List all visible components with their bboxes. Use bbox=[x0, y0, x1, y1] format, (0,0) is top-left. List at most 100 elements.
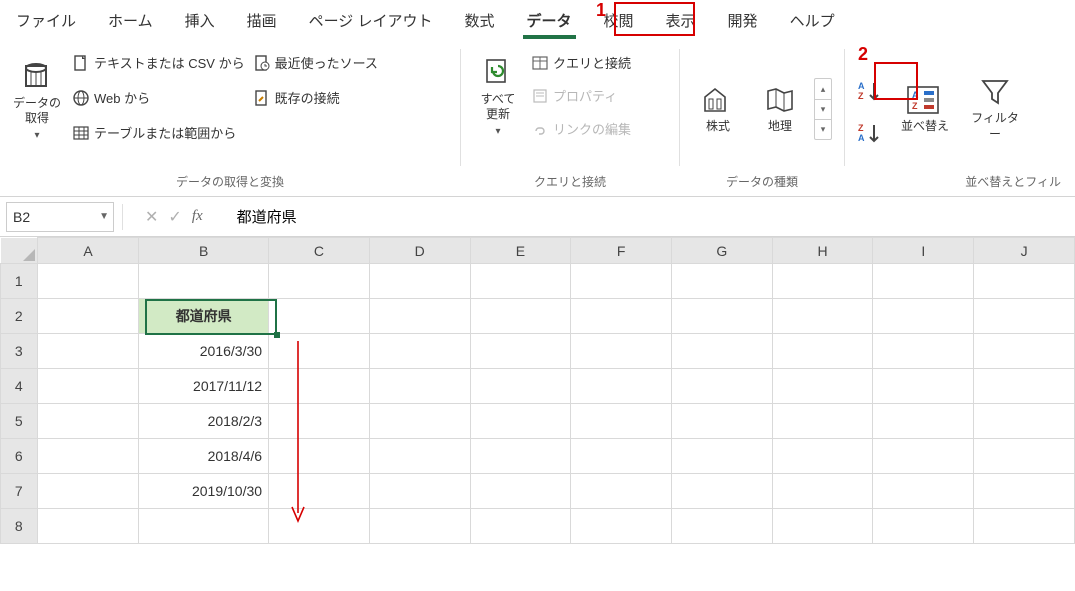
formula-input[interactable] bbox=[223, 208, 1069, 225]
cell-H8[interactable] bbox=[772, 509, 873, 544]
cell-C6[interactable] bbox=[269, 439, 370, 474]
cell-G4[interactable] bbox=[672, 369, 773, 404]
cell-E8[interactable] bbox=[470, 509, 571, 544]
col-header-I[interactable]: I bbox=[873, 238, 974, 264]
cell-D4[interactable] bbox=[369, 369, 470, 404]
row-header-5[interactable]: 5 bbox=[1, 404, 38, 439]
cell-C5[interactable] bbox=[269, 404, 370, 439]
col-header-A[interactable]: A bbox=[37, 238, 139, 264]
cell-A6[interactable] bbox=[37, 439, 139, 474]
col-header-B[interactable]: B bbox=[139, 238, 269, 264]
cell-F4[interactable] bbox=[571, 369, 672, 404]
menu-insert[interactable]: 挿入 bbox=[183, 6, 217, 35]
gallery-more-button[interactable]: ▾ bbox=[815, 119, 831, 139]
cell-D1[interactable] bbox=[369, 264, 470, 299]
geography-button[interactable]: 地理 bbox=[752, 81, 808, 137]
cell-J5[interactable] bbox=[974, 404, 1075, 439]
cell-I6[interactable] bbox=[873, 439, 974, 474]
col-header-J[interactable]: J bbox=[974, 238, 1075, 264]
col-header-G[interactable]: G bbox=[672, 238, 773, 264]
menu-data[interactable]: データ bbox=[525, 6, 574, 35]
sort-button[interactable]: AZ 並べ替え bbox=[895, 81, 955, 137]
cell-C1[interactable] bbox=[269, 264, 370, 299]
cell-J4[interactable] bbox=[974, 369, 1075, 404]
menu-developer[interactable]: 開発 bbox=[726, 6, 760, 35]
menu-home[interactable]: ホーム bbox=[106, 6, 155, 35]
cell-H6[interactable] bbox=[772, 439, 873, 474]
cell-I7[interactable] bbox=[873, 474, 974, 509]
row-header-7[interactable]: 7 bbox=[1, 474, 38, 509]
cell-E1[interactable] bbox=[470, 264, 571, 299]
cell-C2[interactable] bbox=[269, 299, 370, 334]
cell-D7[interactable] bbox=[369, 474, 470, 509]
cell-G1[interactable] bbox=[672, 264, 773, 299]
stocks-button[interactable]: 株式 bbox=[690, 81, 746, 137]
cell-J2[interactable] bbox=[974, 299, 1075, 334]
cell-C7[interactable] bbox=[269, 474, 370, 509]
cell-F2[interactable] bbox=[571, 299, 672, 334]
cell-G2[interactable] bbox=[672, 299, 773, 334]
cell-E6[interactable] bbox=[470, 439, 571, 474]
refresh-all-button[interactable]: すべて 更新 ▾ bbox=[471, 45, 525, 140]
sort-ascending-button[interactable]: AZ bbox=[855, 78, 885, 104]
cell-I1[interactable] bbox=[873, 264, 974, 299]
cell-E7[interactable] bbox=[470, 474, 571, 509]
cell-F5[interactable] bbox=[571, 404, 672, 439]
cell-H2[interactable] bbox=[772, 299, 873, 334]
cell-B5[interactable]: 2018/2/3 bbox=[139, 404, 269, 439]
cell-B6[interactable]: 2018/4/6 bbox=[139, 439, 269, 474]
row-header-4[interactable]: 4 bbox=[1, 369, 38, 404]
enter-icon[interactable]: ✓ bbox=[168, 207, 181, 227]
cell-H1[interactable] bbox=[772, 264, 873, 299]
col-header-D[interactable]: D bbox=[369, 238, 470, 264]
gallery-down-button[interactable]: ▾ bbox=[815, 99, 831, 119]
cell-G5[interactable] bbox=[672, 404, 773, 439]
cell-D8[interactable] bbox=[369, 509, 470, 544]
cell-A8[interactable] bbox=[37, 509, 139, 544]
cell-A3[interactable] bbox=[37, 334, 139, 369]
cell-E3[interactable] bbox=[470, 334, 571, 369]
cell-I4[interactable] bbox=[873, 369, 974, 404]
cell-G8[interactable] bbox=[672, 509, 773, 544]
properties-button[interactable]: プロパティ bbox=[531, 84, 631, 107]
cell-C3[interactable] bbox=[269, 334, 370, 369]
cell-F1[interactable] bbox=[571, 264, 672, 299]
menu-view[interactable]: 表示 bbox=[664, 6, 698, 35]
cell-J3[interactable] bbox=[974, 334, 1075, 369]
cell-J1[interactable] bbox=[974, 264, 1075, 299]
from-web-button[interactable]: Web から bbox=[72, 86, 245, 109]
cell-A5[interactable] bbox=[37, 404, 139, 439]
cancel-icon[interactable]: ✕ bbox=[145, 207, 158, 227]
cell-C8[interactable] bbox=[269, 509, 370, 544]
menu-page-layout[interactable]: ページ レイアウト bbox=[307, 6, 435, 35]
col-header-C[interactable]: C bbox=[269, 238, 370, 264]
cell-A2[interactable] bbox=[37, 299, 139, 334]
cell-B2[interactable]: 都道府県 bbox=[139, 299, 269, 334]
cell-I3[interactable] bbox=[873, 334, 974, 369]
cell-E4[interactable] bbox=[470, 369, 571, 404]
cell-G3[interactable] bbox=[672, 334, 773, 369]
cell-D6[interactable] bbox=[369, 439, 470, 474]
col-header-F[interactable]: F bbox=[571, 238, 672, 264]
row-header-8[interactable]: 8 bbox=[1, 509, 38, 544]
cell-F8[interactable] bbox=[571, 509, 672, 544]
menu-help[interactable]: ヘルプ bbox=[788, 6, 837, 35]
row-header-1[interactable]: 1 bbox=[1, 264, 38, 299]
cell-D5[interactable] bbox=[369, 404, 470, 439]
edit-links-button[interactable]: リンクの編集 bbox=[531, 117, 631, 140]
row-header-2[interactable]: 2 bbox=[1, 299, 38, 334]
cell-E2[interactable] bbox=[470, 299, 571, 334]
cell-A7[interactable] bbox=[37, 474, 139, 509]
cell-G6[interactable] bbox=[672, 439, 773, 474]
cell-J6[interactable] bbox=[974, 439, 1075, 474]
cell-I5[interactable] bbox=[873, 404, 974, 439]
from-table-range-button[interactable]: テーブルまたは範囲から bbox=[72, 121, 245, 144]
cell-F7[interactable] bbox=[571, 474, 672, 509]
fx-icon[interactable]: fx bbox=[192, 208, 203, 225]
cell-H7[interactable] bbox=[772, 474, 873, 509]
gallery-up-button[interactable]: ▴ bbox=[815, 79, 831, 99]
cell-I2[interactable] bbox=[873, 299, 974, 334]
get-data-button[interactable]: データの 取得 ▾ bbox=[10, 45, 64, 144]
cell-J7[interactable] bbox=[974, 474, 1075, 509]
sort-descending-button[interactable]: ZA bbox=[855, 120, 885, 146]
